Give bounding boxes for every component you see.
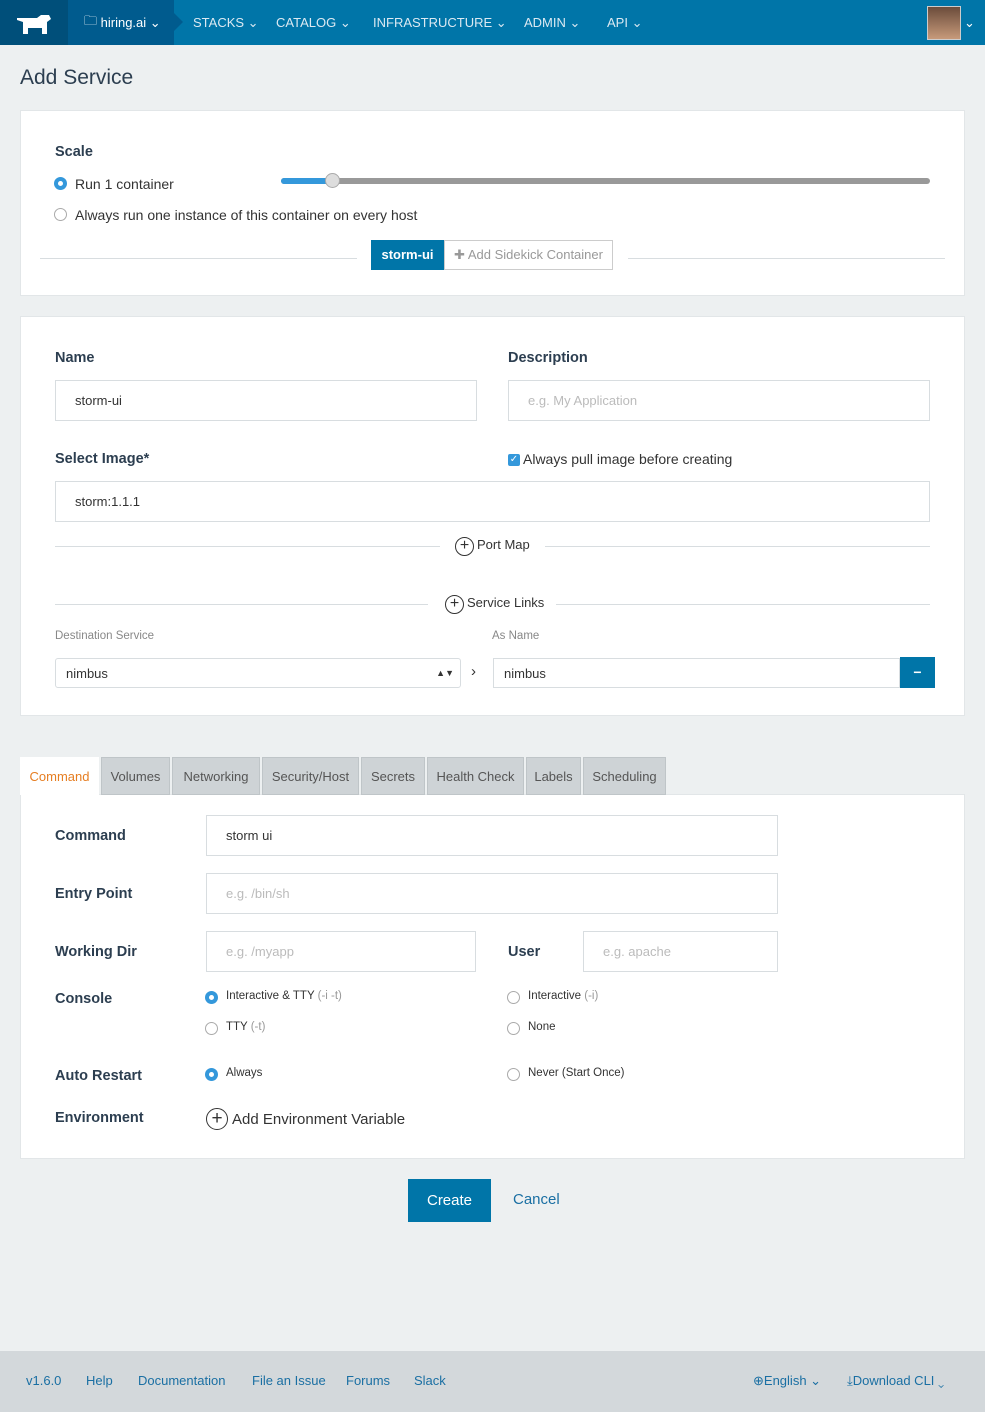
divider (556, 604, 930, 605)
radio-console-interactive-tty[interactable] (205, 991, 218, 1004)
container-tab-storm-ui[interactable]: storm-ui (371, 240, 444, 270)
run-option-label: Run 1 container (75, 176, 174, 192)
working-dir-label: Working Dir (55, 944, 137, 960)
environment-label: Environment (55, 1110, 144, 1126)
divider (40, 258, 357, 259)
divider (628, 258, 945, 259)
working-dir-input[interactable]: e.g. /myapp (206, 931, 476, 972)
user-avatar[interactable] (927, 6, 961, 40)
pull-image-label: Always pull image before creating (523, 451, 733, 467)
help-link[interactable]: Help (86, 1373, 113, 1388)
as-name-label: As Name (492, 630, 540, 642)
env-label: hiring.ai (100, 15, 147, 30)
radio-global[interactable] (54, 208, 67, 221)
slack-link[interactable]: Slack (414, 1373, 446, 1388)
chevron-right-icon: › (471, 663, 476, 680)
globe-icon: ⊕ (753, 1373, 764, 1388)
as-name-input[interactable]: nimbus (493, 658, 900, 688)
language-dropdown[interactable]: ⊕English ⌄ (753, 1373, 821, 1389)
plus-circle-icon: + (455, 537, 474, 556)
command-label: Command (55, 828, 126, 844)
user-label: User (508, 944, 541, 960)
service-links-button[interactable]: + Service Links (445, 595, 544, 614)
tab-security-host[interactable]: Security/Host (262, 757, 359, 795)
radio-run-container[interactable] (54, 177, 67, 190)
cancel-button[interactable]: Cancel (513, 1191, 560, 1208)
radio-console-interactive[interactable] (507, 991, 520, 1004)
command-input[interactable]: storm ui (206, 815, 778, 856)
remove-link-button[interactable]: − (900, 657, 935, 688)
select-image-label: Select Image* (55, 451, 150, 467)
pull-image-checkbox[interactable]: ✓ (508, 454, 520, 466)
create-button[interactable]: Create (408, 1179, 491, 1222)
restart-always-label: Always (226, 1067, 263, 1079)
tab-networking[interactable]: Networking (172, 757, 260, 795)
tab-health-check[interactable]: Health Check (427, 757, 524, 795)
auto-restart-label: Auto Restart (55, 1068, 143, 1084)
name-label: Name (55, 350, 95, 366)
add-sidekick-button[interactable]: ✚ Add Sidekick Container (444, 240, 613, 270)
scale-label: Scale (55, 144, 93, 160)
environment-dropdown[interactable]: 🗀 hiring.ai ⌄ (68, 0, 183, 45)
tab-secrets[interactable]: Secrets (361, 757, 425, 795)
tab-scheduling[interactable]: Scheduling (583, 757, 666, 795)
download-cli-dropdown[interactable]: ⤓Download CLI ⌄ (847, 1373, 944, 1389)
select-arrows-icon: ▲▼ (436, 668, 454, 678)
divider (55, 604, 428, 605)
plus-circle-icon: + (206, 1108, 228, 1130)
nav-api[interactable]: API ⌄ (607, 0, 642, 45)
page-title: Add Service (20, 66, 134, 89)
rancher-logo[interactable] (0, 0, 68, 45)
version-link[interactable]: v1.6.0 (26, 1373, 61, 1388)
nav-infrastructure[interactable]: INFRASTRUCTURE ⌄ (373, 0, 507, 45)
slider-handle[interactable] (325, 173, 340, 188)
user-input[interactable]: e.g. apache (583, 931, 778, 972)
description-label: Description (508, 350, 588, 366)
folder-icon: 🗀 (84, 12, 101, 28)
name-input[interactable]: storm-ui (55, 380, 477, 421)
forums-link[interactable]: Forums (346, 1373, 390, 1388)
documentation-link[interactable]: Documentation (138, 1373, 225, 1388)
scale-slider[interactable] (281, 173, 930, 188)
radio-console-none[interactable] (507, 1022, 520, 1035)
tab-labels[interactable]: Labels (526, 757, 581, 795)
entry-point-label: Entry Point (55, 886, 133, 902)
divider (545, 546, 930, 547)
tab-volumes[interactable]: Volumes (101, 757, 170, 795)
console-label: Console (55, 991, 113, 1007)
restart-never-label: Never (Start Once) (528, 1067, 625, 1079)
description-input[interactable]: e.g. My Application (508, 380, 930, 421)
divider (55, 546, 440, 547)
destination-label: Destination Service (55, 630, 155, 642)
image-input[interactable]: storm:1.1.1 (55, 481, 930, 522)
nav-admin[interactable]: ADMIN ⌄ (524, 0, 580, 45)
tab-command[interactable]: Command (20, 757, 99, 795)
file-issue-link[interactable]: File an Issue (252, 1373, 326, 1388)
port-map-button[interactable]: + Port Map (455, 537, 530, 556)
destination-service-select[interactable]: nimbus ▲▼ (55, 658, 461, 688)
chevron-down-icon[interactable]: ⌄ (964, 0, 975, 45)
plus-circle-icon: + (445, 595, 464, 614)
nav-catalog[interactable]: CATALOG ⌄ (276, 0, 351, 45)
add-env-variable-button[interactable]: + Add Environment Variable (206, 1108, 405, 1130)
radio-console-tty[interactable] (205, 1022, 218, 1035)
nav-stacks[interactable]: STACKS ⌄ (193, 0, 259, 45)
console-none-label: None (528, 1021, 556, 1033)
radio-restart-never[interactable] (507, 1068, 520, 1081)
radio-restart-always[interactable] (205, 1068, 218, 1081)
entry-point-input[interactable]: e.g. /bin/sh (206, 873, 778, 914)
global-option-label: Always run one instance of this containe… (75, 207, 418, 223)
